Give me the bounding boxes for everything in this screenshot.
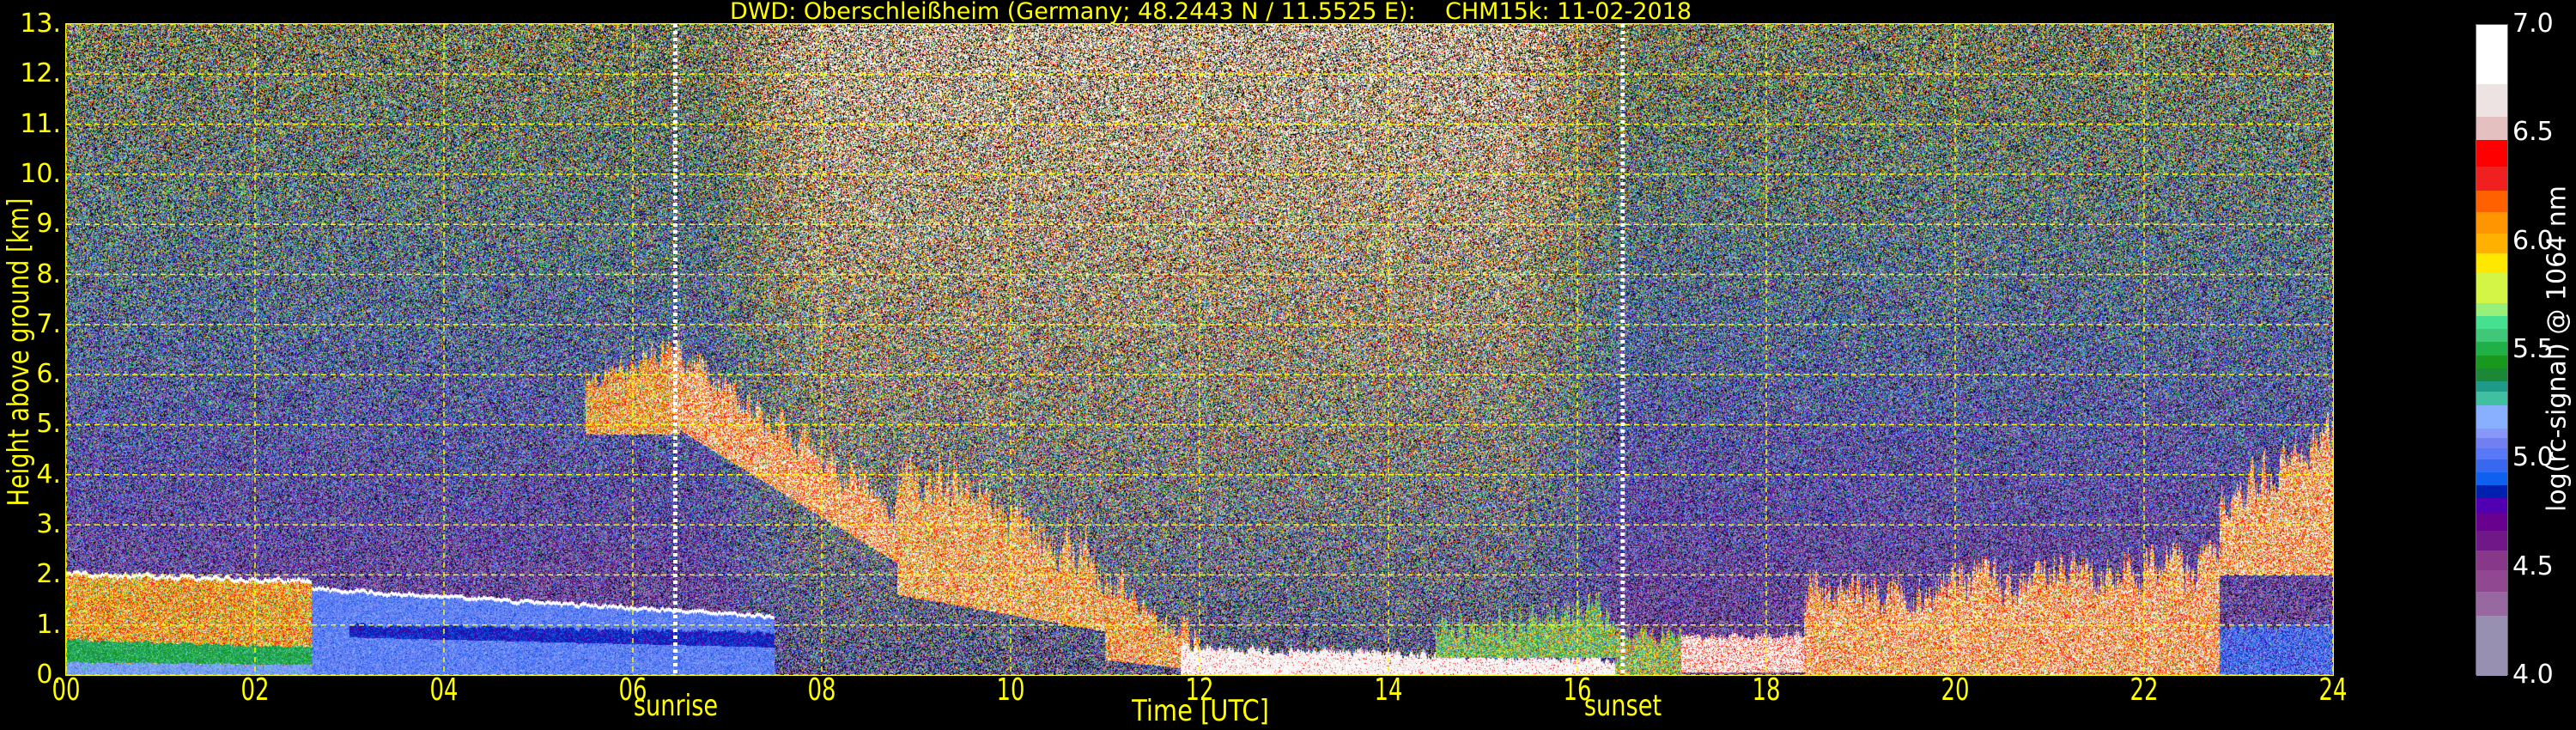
colorbar-bin (2476, 380, 2507, 392)
x-tick-label: 20 (1941, 672, 1970, 708)
colorbar-bin (2476, 405, 2507, 429)
chart-title: DWD: Oberschleißheim (Germany; 48.2443 N… (729, 0, 1692, 25)
colorbar-bin (2476, 530, 2507, 551)
colorbar-bin (2476, 252, 2507, 273)
y-tick-label: 10. (20, 158, 61, 189)
x-tick-label: 04 (429, 672, 459, 708)
colorbar-bin (2476, 83, 2507, 117)
colorbar-bin (2476, 139, 2507, 167)
colorbar-bin (2476, 355, 2507, 368)
colorbar-bin (2476, 166, 2507, 191)
y-axis-label: Height above ground [km] (2, 198, 36, 507)
colorbar-bin (2476, 497, 2507, 514)
y-tick-label: 7. (36, 308, 61, 339)
colorbar-bin (2476, 315, 2507, 330)
colorbar-bin (2476, 569, 2507, 592)
colorbar-bin (2476, 591, 2507, 616)
y-tick-label: 5. (36, 409, 61, 440)
colorbar-bin (2476, 116, 2507, 141)
y-tick-label: 2. (36, 559, 61, 590)
y-tick-label: 3. (36, 509, 61, 540)
y-tick-label: 6. (36, 359, 61, 390)
y-tick-label: 12. (20, 58, 61, 89)
colorbar-bin (2476, 484, 2507, 499)
colorbar-bin (2476, 328, 2507, 343)
y-tick-label: 8. (36, 259, 61, 289)
x-tick-label: 18 (1752, 672, 1781, 708)
x-tick-label: 08 (807, 672, 836, 708)
sunrise-label: sunrise (633, 689, 718, 723)
colorbar-tick-label: 4.5 (2512, 551, 2554, 581)
colorbar-bin (2476, 25, 2507, 84)
colorbar-label: log(rc-signal) @ 1064 nm (2542, 185, 2573, 513)
x-tick-label: 14 (1374, 672, 1403, 708)
colorbar-bin (2476, 190, 2507, 212)
y-tick-label: 13. (20, 9, 61, 39)
colorbar-bin (2476, 615, 2507, 677)
x-tick-label: 22 (2129, 672, 2159, 708)
colorbar-bin (2476, 302, 2507, 317)
colorbar-bin (2476, 368, 2507, 381)
x-tick-label: 24 (2318, 672, 2348, 708)
colorbar-bin (2476, 211, 2507, 234)
grid-overlay (65, 23, 2334, 676)
colorbar-bin (2476, 272, 2507, 303)
colorbar (2476, 24, 2508, 677)
plot-area (65, 23, 2334, 676)
colorbar-tick-label: 4.0 (2512, 660, 2554, 690)
sunset-label: sunset (1583, 689, 1662, 723)
y-tick-label: 9. (36, 209, 61, 240)
colorbar-bin (2476, 437, 2507, 449)
colorbar-bin (2476, 447, 2507, 459)
x-tick-label: 00 (52, 672, 81, 708)
y-tick-label: 1. (36, 609, 61, 640)
x-tick-label: 02 (240, 672, 270, 708)
colorbar-tick-label: 6.5 (2512, 117, 2554, 148)
colorbar-bin (2476, 471, 2507, 486)
colorbar-bin (2476, 341, 2507, 356)
colorbar-bin (2476, 233, 2507, 253)
colorbar-bin (2476, 513, 2507, 532)
x-axis-label: Time [UTC] (1132, 694, 1269, 728)
y-tick-label: 4. (36, 459, 61, 490)
colorbar-bin (2476, 459, 2507, 472)
colorbar-tick-label: 7.0 (2512, 9, 2554, 39)
x-tick-label: 10 (996, 672, 1025, 708)
colorbar-bin (2476, 428, 2507, 438)
colorbar-bin (2476, 550, 2507, 570)
y-tick-label: 11. (20, 108, 61, 139)
colorbar-bin (2476, 392, 2507, 405)
